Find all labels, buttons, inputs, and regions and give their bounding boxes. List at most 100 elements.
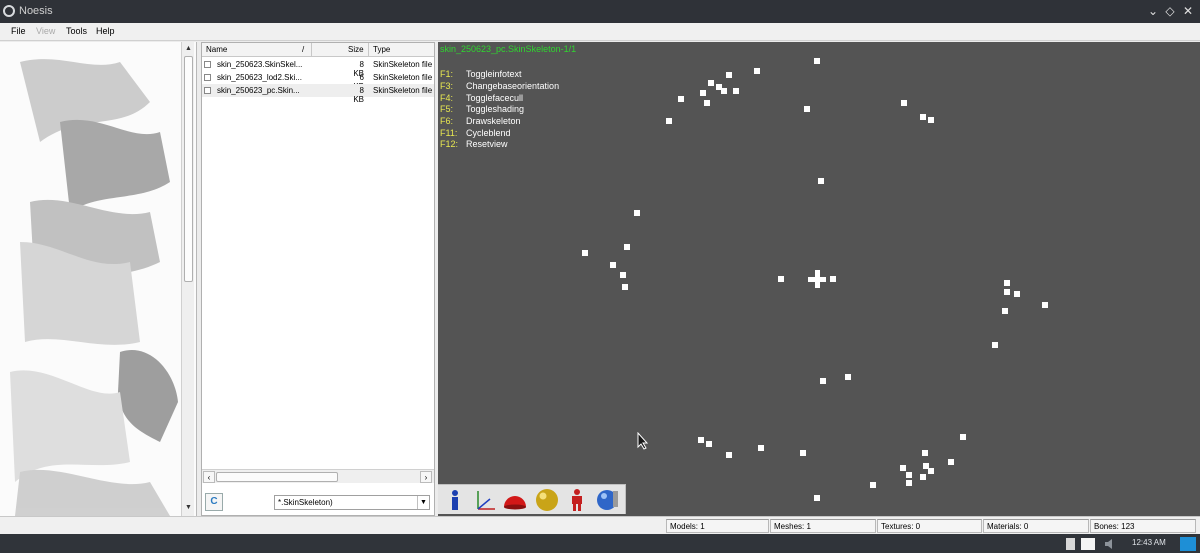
bone-marker — [870, 482, 876, 488]
bone-marker — [624, 244, 630, 250]
key-help-line: F1: Toggleinfotext — [440, 69, 522, 79]
bone-marker — [928, 117, 934, 123]
file-icon — [204, 61, 211, 68]
file-name: skin_250623.SkinSkel... — [217, 60, 303, 69]
bone-marker — [620, 272, 626, 278]
key-help-line: F4: Togglefacecull — [440, 93, 524, 103]
bone-marker — [758, 445, 764, 451]
redaction-scribble — [10, 59, 178, 516]
info-icon[interactable] — [442, 487, 468, 513]
hemisphere-icon[interactable] — [502, 487, 528, 513]
menu-view[interactable]: View — [36, 26, 55, 36]
sphere-icon[interactable] — [534, 487, 560, 513]
bone-marker — [845, 374, 851, 380]
file-list-horizontal-scrollbar[interactable]: ‹ › — [202, 469, 434, 483]
model-info-text: skin_250623_pc.SkinSkeleton-1/1 — [440, 44, 577, 54]
minimize-icon[interactable]: ⌄ — [1146, 4, 1160, 18]
bone-marker — [992, 342, 998, 348]
file-icon — [204, 74, 211, 81]
mouse-cursor-icon — [637, 432, 649, 450]
bone-marker — [1004, 280, 1010, 286]
bone-marker — [814, 495, 820, 501]
bone-marker — [1014, 291, 1020, 297]
status-textures: Textures: 0 — [877, 519, 982, 533]
preview-viewport[interactable]: skin_250623_pc.SkinSkeleton-1/1 F1: Toggl… — [438, 42, 1200, 516]
chevron-down-icon[interactable]: ▼ — [417, 496, 429, 509]
file-type: SkinSkeleton file — [373, 73, 433, 82]
globe-icon[interactable] — [595, 487, 621, 513]
bone-marker — [818, 178, 824, 184]
bone-marker — [610, 262, 616, 268]
scroll-left-icon[interactable]: ‹ — [203, 471, 215, 483]
bone-marker — [928, 468, 934, 474]
viewport-toolbar — [438, 484, 626, 514]
title-bar: Noesis ⌄ ◇ ✕ — [0, 0, 1200, 23]
file-type-filter-select[interactable]: *.SkinSkeleton) ▼ — [274, 495, 430, 510]
bone-marker — [814, 58, 820, 64]
bone-marker — [920, 114, 926, 120]
bone-marker — [778, 276, 784, 282]
bone-marker — [1002, 308, 1008, 314]
bone-marker — [901, 100, 907, 106]
taskbar-clock[interactable]: 12:43 AM — [1132, 538, 1166, 547]
bone-marker — [1042, 302, 1048, 308]
bone-marker — [900, 465, 906, 471]
refresh-button[interactable]: C — [205, 493, 223, 511]
bone-marker — [820, 378, 826, 384]
clipboard-icon[interactable] — [1066, 538, 1075, 550]
bone-marker — [708, 80, 714, 86]
status-meshes: Meshes: 1 — [770, 519, 876, 533]
scroll-right-icon[interactable]: › — [420, 471, 432, 483]
status-bar: Models: 1 Meshes: 1 Textures: 0 Material… — [0, 516, 1200, 534]
bone-marker — [704, 100, 710, 106]
key-help-line: F6: Drawskeleton — [440, 116, 521, 126]
keyboard-icon[interactable] — [1081, 538, 1095, 550]
column-type[interactable]: Type — [373, 45, 390, 54]
bone-marker — [830, 276, 836, 282]
scroll-down-icon[interactable]: ▼ — [182, 502, 195, 514]
folder-tree[interactable]: ▲ ▼ — [0, 42, 197, 516]
tree-vertical-scrollbar[interactable]: ▲ ▼ — [181, 42, 194, 516]
key-help-line: F11: Cycleblend — [440, 128, 511, 138]
file-row[interactable]: skin_250623.SkinSkel... 8 KB SkinSkeleto… — [202, 58, 434, 78]
menu-help[interactable]: Help — [96, 26, 115, 36]
scroll-up-icon[interactable]: ▲ — [182, 43, 195, 55]
bone-marker — [906, 480, 912, 486]
menu-bar: File View Tools Help — [0, 23, 1200, 41]
file-row[interactable]: skin_250623_lod2.Ski... 6 KB SkinSkeleto… — [202, 71, 434, 91]
status-models: Models: 1 — [666, 519, 769, 533]
axes-icon[interactable] — [472, 487, 498, 513]
bone-marker — [733, 88, 739, 94]
bone-marker — [906, 472, 912, 478]
file-type: SkinSkeleton file — [373, 60, 433, 69]
bone-marker — [804, 106, 810, 112]
bone-marker — [698, 437, 704, 443]
taskbar: 12:43 AM — [0, 534, 1200, 553]
bone-marker — [622, 284, 628, 290]
file-list: Name / Size Type skin_250623.SkinSkel...… — [201, 42, 435, 516]
key-help-line: F12: Resetview — [440, 139, 508, 149]
file-row-selected[interactable]: skin_250623_pc.Skin... 8 KB SkinSkeleton… — [202, 84, 434, 104]
key-help-line: F3: Changebaseorientation — [440, 81, 560, 91]
column-size[interactable]: Size — [348, 45, 364, 54]
bone-marker — [1004, 289, 1010, 295]
show-desktop-button[interactable] — [1180, 537, 1196, 551]
bone-marker — [634, 210, 640, 216]
status-materials: Materials: 0 — [983, 519, 1089, 533]
close-icon[interactable]: ✕ — [1181, 4, 1195, 18]
file-icon — [204, 87, 211, 94]
menu-file[interactable]: File — [11, 26, 26, 36]
scroll-thumb[interactable] — [184, 56, 193, 282]
maximize-icon[interactable]: ◇ — [1163, 4, 1177, 18]
bone-marker — [920, 474, 926, 480]
bone-marker — [800, 450, 806, 456]
figure-icon[interactable] — [564, 487, 590, 513]
volume-icon[interactable] — [1104, 538, 1118, 550]
status-bones: Bones: 123 — [1090, 519, 1196, 533]
menu-tools[interactable]: Tools — [66, 26, 87, 36]
bone-marker — [754, 68, 760, 74]
column-name[interactable]: Name — [206, 45, 227, 54]
bone-marker — [726, 72, 732, 78]
scroll-thumb[interactable] — [216, 472, 338, 482]
file-name: skin_250623_lod2.Ski... — [217, 73, 302, 82]
